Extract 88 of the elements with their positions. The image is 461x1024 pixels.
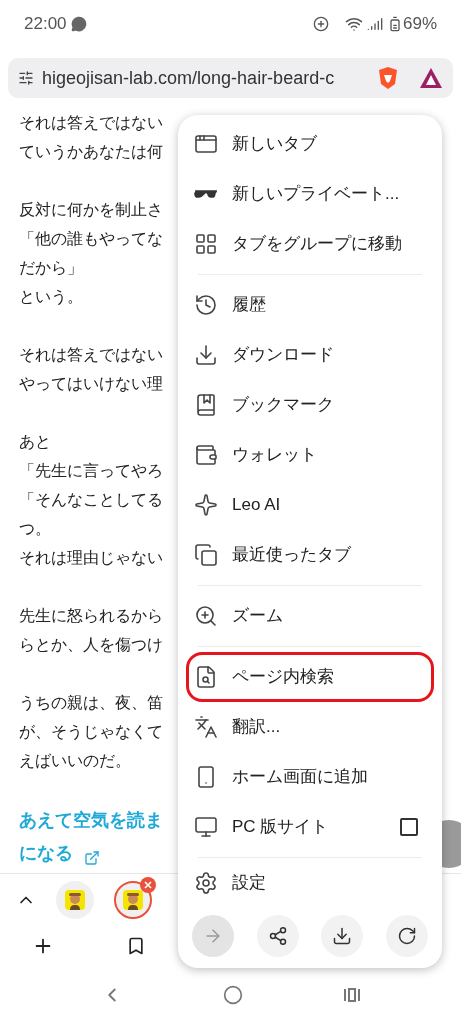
- article-line: えばいいのだ。: [19, 751, 131, 771]
- wifi-icon: [344, 15, 363, 33]
- menu-label: 最近使ったタブ: [232, 544, 352, 567]
- monitor-icon: [194, 815, 218, 839]
- data-saver-icon: [312, 16, 329, 32]
- menu-label: タブをグループに移動: [232, 233, 403, 256]
- settings-icon: [194, 871, 218, 895]
- menu-item[interactable]: 履歴: [190, 280, 430, 330]
- article-line: という。: [19, 287, 83, 307]
- article-line: それは理由じゃない: [19, 548, 163, 568]
- article-line: が、そうじゃなくて: [19, 722, 163, 742]
- lion-shield-icon[interactable]: [377, 66, 399, 90]
- sparkle-icon: [194, 493, 218, 517]
- article-line: 先生に怒られるから: [19, 606, 163, 626]
- menu-item[interactable]: タブをグループに移動: [190, 219, 430, 269]
- recents-icon[interactable]: [342, 986, 361, 1003]
- menu-item[interactable]: ズーム: [190, 591, 430, 641]
- menu-item[interactable]: 新しいタブ: [190, 119, 430, 169]
- url-text: higeojisan-lab.com/long-hair-beard-c: [42, 66, 336, 90]
- menu-label: 新しいプライベート...: [232, 183, 401, 206]
- site-settings-icon[interactable]: [18, 70, 34, 86]
- history-icon: [194, 293, 218, 317]
- battery-level: 69%: [402, 13, 437, 36]
- file-search-icon: [194, 665, 218, 689]
- checkbox[interactable]: [400, 818, 418, 836]
- menu-label: ウォレット: [232, 444, 318, 467]
- article-line: うちの親は、夜、笛: [19, 693, 163, 713]
- menu-item[interactable]: 最近使ったタブ: [190, 530, 430, 580]
- bookmark-icon[interactable]: [126, 936, 146, 956]
- reload-icon: [396, 926, 417, 946]
- menu-label: ブックマーク: [232, 394, 335, 417]
- menu-item[interactable]: ダウンロード: [190, 330, 430, 380]
- article-line: ていうかあなたは何: [19, 142, 163, 162]
- translate-icon: [194, 715, 218, 739]
- download-icon: [194, 343, 218, 367]
- address-bar[interactable]: higeojisan-lab.com/long-hair-beard-c: [8, 58, 453, 98]
- menu-item[interactable]: 翻訳...: [190, 702, 430, 752]
- menu-label: ズーム: [232, 605, 284, 628]
- external-link-icon: [84, 850, 100, 866]
- reload-button[interactable]: [385, 915, 428, 957]
- menu-label: PC 版サイト: [232, 816, 330, 839]
- menu-item[interactable]: Leo AI: [190, 480, 430, 530]
- article-line: らとか、人を傷つけ: [19, 635, 163, 655]
- download-icon: [332, 926, 353, 946]
- sunglasses-icon: [194, 190, 218, 198]
- article-line: だから」: [19, 258, 83, 278]
- copy-icon: [194, 543, 218, 567]
- menu-label: 設定: [232, 872, 267, 895]
- share-icon: [267, 926, 288, 946]
- wallet-icon: [194, 443, 218, 467]
- share-button[interactable]: [256, 915, 299, 957]
- menu-label: 翻訳...: [232, 716, 282, 739]
- download-button[interactable]: [321, 915, 364, 957]
- menu-label: ホーム画面に追加: [232, 766, 369, 789]
- menu-item[interactable]: ホーム画面に追加: [190, 752, 430, 802]
- article-line: 「そんなことしてる: [19, 490, 163, 510]
- menu-item[interactable]: ウォレット: [190, 430, 430, 480]
- tab-thumbnail[interactable]: [56, 881, 94, 919]
- menu-item[interactable]: 設定: [190, 863, 430, 903]
- menu-item[interactable]: ブックマーク: [190, 380, 430, 430]
- menu-label: Leo AI: [232, 494, 282, 517]
- signal-icon: [366, 16, 383, 32]
- grid-icon: [194, 232, 218, 256]
- avatar-icon: [123, 890, 143, 910]
- article-line: それは答えではない: [19, 113, 163, 133]
- home-icon[interactable]: [222, 984, 243, 1005]
- new-tab-icon: [194, 132, 218, 156]
- article-line: あと: [19, 432, 51, 452]
- close-tab-badge[interactable]: [140, 877, 156, 893]
- article-line: やってはいけない理: [19, 374, 163, 394]
- menu-label: 新しいタブ: [232, 133, 318, 156]
- chat-icon: [70, 16, 87, 32]
- triangle-icon[interactable]: [419, 67, 443, 89]
- menu-item[interactable]: ページ内検索: [186, 652, 434, 702]
- menu-item[interactable]: PC 版サイト: [190, 802, 430, 852]
- article-line: それは答えではない: [19, 345, 163, 365]
- article-line: 反対に何かを制止さ: [19, 200, 163, 220]
- menu-label: ダウンロード: [232, 344, 335, 367]
- article-line: つ。: [19, 519, 51, 539]
- zoom-icon: [194, 604, 218, 628]
- article-line: 「先生に言ってやろ: [19, 461, 163, 481]
- menu-label: ページ内検索: [232, 666, 335, 689]
- article-line: 「他の誰もやってな: [19, 229, 163, 249]
- menu-label: 履歴: [232, 294, 267, 317]
- clock: 22:00: [24, 13, 67, 36]
- avatar-icon: [65, 890, 85, 910]
- book-icon: [194, 393, 218, 417]
- menu-item[interactable]: 新しいプライベート...: [190, 169, 430, 219]
